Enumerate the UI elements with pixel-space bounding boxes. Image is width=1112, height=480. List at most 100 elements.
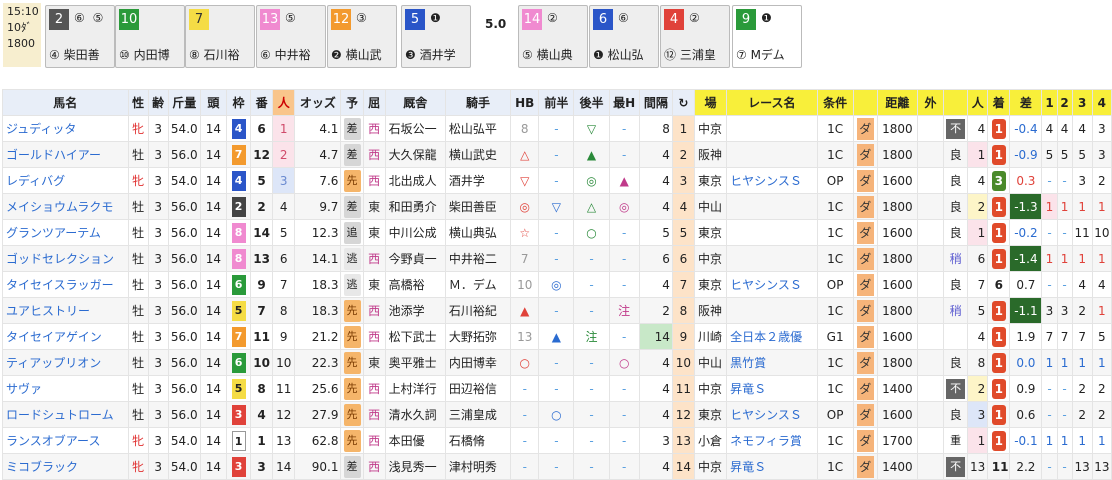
- horse-name[interactable]: ゴールドハイアー: [6, 148, 101, 162]
- col-header[interactable]: 外: [916, 89, 945, 116]
- col-header[interactable]: 2: [1056, 89, 1073, 116]
- lineup-card[interactable]: 7 ⑧ 石川裕: [185, 5, 255, 68]
- col-header[interactable]: 人: [272, 89, 296, 116]
- table-row[interactable]: レディバグ牝 3 54.0 14 4 5 3 7.6 先西北出成人 酒井学 ▽ - ◎ ▲ 4 3 東京 ヒヤシン…: [2, 167, 1112, 194]
- lineup-card[interactable]: 4② ⑫ 三浦皇: [660, 5, 730, 68]
- col-header[interactable]: 間隔: [638, 89, 673, 116]
- horse-name-cell[interactable]: ユアヒストリー: [2, 297, 129, 324]
- col-header[interactable]: 4: [1091, 89, 1112, 116]
- col-header[interactable]: 場: [693, 89, 728, 116]
- sex-cell: 牡: [127, 141, 149, 168]
- corner-1: 7: [1045, 329, 1054, 344]
- corner-3: 1: [1078, 355, 1086, 370]
- horse-name[interactable]: ゴッドセレクション: [6, 252, 114, 266]
- table-row[interactable]: ミコブラック牝 3 54.0 14 3 3 14 90.1 差西浅見秀一 津村明秀 - - - -4 14 中…: [2, 453, 1112, 480]
- horse-name-cell[interactable]: ゴールドハイアー: [2, 141, 129, 168]
- horse-name[interactable]: サヴァ: [6, 382, 42, 396]
- lineup-card[interactable]: 2 ⑥ ⑤ ④ 柴田善: [45, 5, 115, 68]
- lineup-card[interactable]: 5❶ ❸ 酒井学: [401, 5, 471, 68]
- table-row[interactable]: グランツアーテム牡 3 56.0 14 8 14 5 12.3 追東中川公成 横山典弘 ☆ - ○ -5 5…: [2, 219, 1112, 246]
- age-cell: 3: [147, 193, 169, 220]
- weight-cell: 56.0: [167, 219, 201, 246]
- table-row[interactable]: タイセイスラッガー牡 3 56.0 14 6 9 7 18.3 逃東高橋裕 Ｍ．デム 10 ◎ - -4 7…: [2, 271, 1112, 298]
- horse-name-cell[interactable]: ランスオブアース: [2, 427, 129, 454]
- col-header[interactable]: 前半: [538, 89, 575, 116]
- horse-name[interactable]: レディバグ: [6, 174, 65, 188]
- table-row[interactable]: ユアヒストリー牡 3 56.0 14 5 7 8 18.3 先西池添学 石川裕紀 ▲ - - 注 2 8 阪神 1…: [2, 297, 1112, 324]
- col-header[interactable]: 齢: [147, 89, 169, 116]
- lineup-card[interactable]: 13 ⑤ ⑥ 中井裕: [256, 5, 326, 68]
- stable-region: 西: [368, 460, 381, 474]
- col-header[interactable]: 予: [340, 89, 364, 116]
- col-header[interactable]: 後半: [573, 89, 610, 116]
- horse-name-cell[interactable]: グランツアーテム: [2, 219, 129, 246]
- horse-name[interactable]: タイセイスラッガー: [6, 278, 114, 292]
- col-header[interactable]: 3: [1071, 89, 1093, 116]
- col-header[interactable]: 性: [127, 89, 149, 116]
- horse-name[interactable]: ジュディッタ: [6, 122, 76, 136]
- horse-name-cell[interactable]: タイセイスラッガー: [2, 271, 129, 298]
- horse-name-cell[interactable]: ジュディッタ: [2, 115, 129, 142]
- horse-name-cell[interactable]: タイセイアゲイン: [2, 323, 129, 350]
- horse-name[interactable]: ミコブラック: [6, 460, 78, 474]
- horse-name[interactable]: タイセイアゲイン: [6, 330, 102, 344]
- horse-name-cell[interactable]: メイショウムラクモ: [2, 193, 129, 220]
- col-header[interactable]: レース名: [726, 89, 818, 116]
- col-header[interactable]: 頭: [199, 89, 227, 116]
- col-header[interactable]: 厩舎: [384, 89, 446, 116]
- table-row[interactable]: メイショウムラクモ牡 3 56.0 14 2 2 4 9.7 差東和田勇介 柴田善臣 ◎ ▽ △ ◎ 4 4 中…: [2, 193, 1112, 220]
- surface-tag: ダ: [856, 169, 874, 192]
- horse-name-cell[interactable]: サヴァ: [2, 375, 129, 402]
- horse-name-cell[interactable]: ロードシュトローム: [2, 401, 129, 428]
- horse-name-cell[interactable]: ミコブラック: [2, 453, 129, 480]
- col-header[interactable]: [943, 89, 969, 116]
- last-popularity: 1: [977, 225, 986, 240]
- horse-name-cell[interactable]: レディバグ: [2, 167, 129, 194]
- col-header[interactable]: 騎手: [444, 89, 512, 116]
- col-header[interactable]: 1: [1041, 89, 1058, 116]
- horse-name[interactable]: ランスオブアース: [6, 434, 100, 448]
- col-header[interactable]: HB: [510, 89, 540, 116]
- lineup-card[interactable]: 12 ③ ❷ 横山武: [327, 5, 397, 68]
- col-header[interactable]: [852, 89, 878, 116]
- col-header[interactable]: 枠: [225, 89, 252, 116]
- col-header[interactable]: 斤量: [167, 89, 201, 116]
- field-size-cell: 14: [199, 453, 227, 480]
- hb-mark-cell: ☆: [510, 219, 540, 246]
- popularity-cell: 1: [272, 115, 296, 142]
- col-header[interactable]: ↻: [671, 89, 695, 116]
- horse-name-cell[interactable]: ティアップリオン: [2, 349, 129, 376]
- second-half-mark: ▽: [586, 121, 597, 136]
- col-header[interactable]: 番: [250, 89, 274, 116]
- col-header[interactable]: 距離: [876, 89, 918, 116]
- table-row[interactable]: ロードシュトローム牡 3 56.0 14 3 4 12 27.9 先西清水久詞 三浦皇成 - ○ - -4…: [2, 401, 1112, 428]
- table-row[interactable]: ティアップリオン 牡 3 56.0 14 6 10 10 22.3 先東奥平雅士 内田博幸 ○ - - ○ 4…: [2, 349, 1112, 376]
- horse-name[interactable]: メイショウムラクモ: [6, 200, 113, 214]
- col-header[interactable]: 差: [1009, 89, 1043, 116]
- horse-name[interactable]: ユアヒストリー: [6, 304, 90, 318]
- table-row[interactable]: タイセイアゲイン 牡 3 56.0 14 7 11 9 21.2 先西松下武士 大野拓弥 13 ▲ 注 - 1…: [2, 323, 1112, 350]
- table-row[interactable]: ゴールドハイアー牡 3 56.0 14 7 12 2 4.7 差西大久保龍 横山武史 △ - ▲ -4 2 阪…: [2, 141, 1112, 168]
- horse-name-cell[interactable]: ゴッドセレクション: [2, 245, 129, 272]
- age: 3: [154, 251, 162, 266]
- horse-name[interactable]: ロードシュトローム: [6, 408, 114, 422]
- col-header[interactable]: オッズ: [294, 89, 342, 116]
- lineup-card[interactable]: 9❶ ⑦ Mデム: [732, 5, 802, 68]
- table-row[interactable]: サヴァ牡 3 56.0 14 5 8 11 25.6 先西上村洋行 田辺裕信 - - - -4 11 中京 昇竜…: [2, 375, 1112, 402]
- table-row[interactable]: ジュディッタ牝 3 54.0 14 4 6 1 4.1 差西石坂公一 松山弘平 8- ▽ -8 1 中京 1C…: [2, 115, 1112, 142]
- col-header[interactable]: 着: [987, 89, 1011, 116]
- table-row[interactable]: ランスオブアース牝 3 54.0 14 1 1 13 62.8 先西本田優 石橋脩 - - - -3 13 小…: [2, 427, 1112, 454]
- weight: 56.0: [170, 355, 198, 370]
- horse-name[interactable]: ティアップリオン: [6, 356, 101, 370]
- lineup-card[interactable]: 14 ② ⑤ 横山典: [518, 5, 588, 68]
- col-header[interactable]: 馬名: [2, 89, 129, 116]
- horse-name[interactable]: グランツアーテム: [6, 226, 101, 240]
- weight-cell: 54.0: [167, 427, 201, 454]
- table-row[interactable]: ゴッドセレクション 牡 3 56.0 14 8 13 6 14.1 逃西今野貞一 中井裕二 7 - - - 6…: [2, 245, 1112, 272]
- col-header[interactable]: 条件: [816, 89, 854, 116]
- col-header[interactable]: 屈: [362, 89, 386, 116]
- col-header[interactable]: 最H: [608, 89, 640, 116]
- col-header[interactable]: 人: [967, 89, 989, 116]
- lineup-card[interactable]: 6⑥ ❶ 松山弘: [589, 5, 659, 68]
- lineup-card[interactable]: 10 ⑩ 内田博: [115, 5, 185, 68]
